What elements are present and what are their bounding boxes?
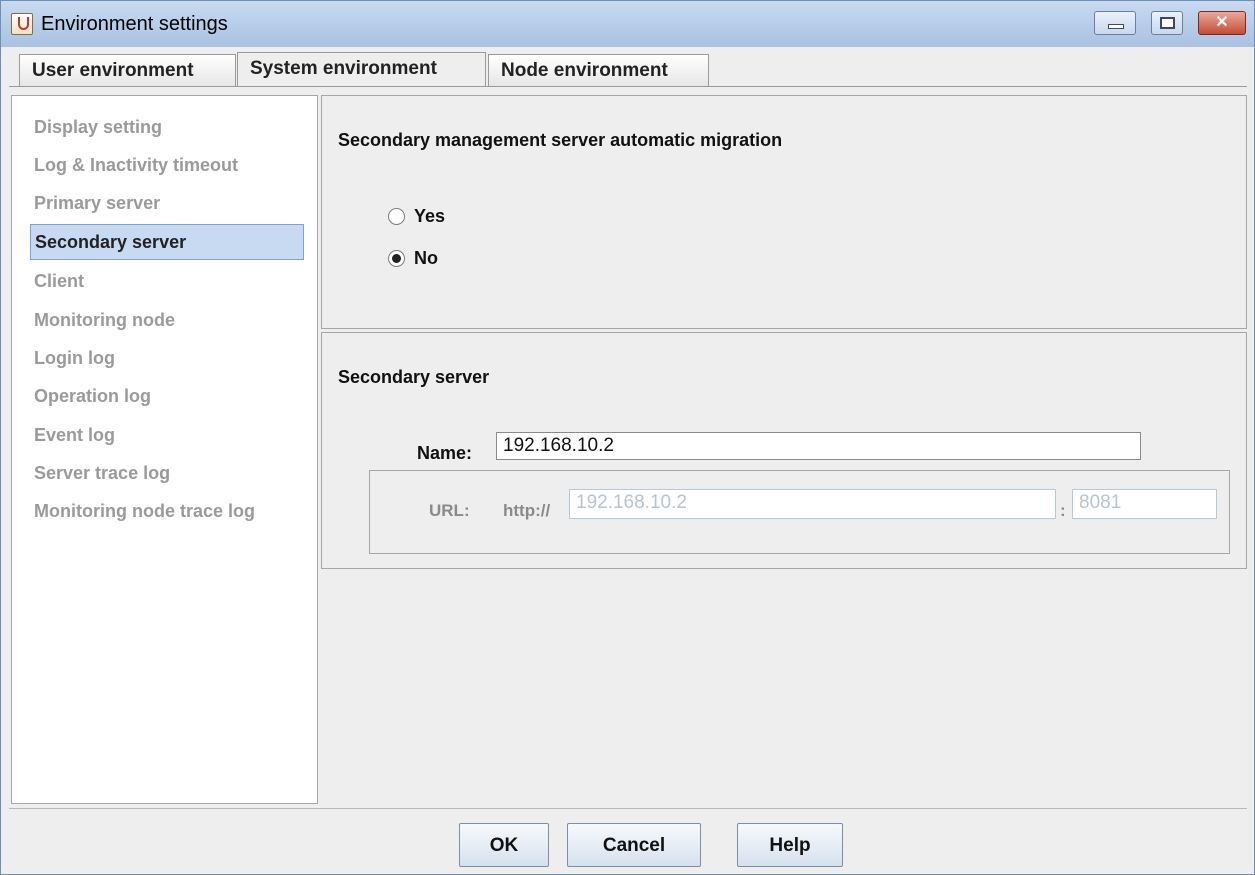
close-icon: ✕ [1215,14,1229,31]
minimize-button[interactable] [1094,11,1136,35]
ok-button[interactable]: OK [459,823,549,867]
sidebar-item-event-log[interactable]: Event log [34,422,115,448]
close-button[interactable]: ✕ [1198,11,1246,35]
url-host-input[interactable]: 192.168.10.2 [569,489,1056,519]
sidebar-item-monitoring-node[interactable]: Monitoring node [34,307,175,333]
cancel-button[interactable]: Cancel [567,823,701,867]
sidebar-item-monitoring-node-trace-log[interactable]: Monitoring node trace log [34,498,255,524]
url-port-separator: : [1060,501,1066,520]
sidebar-item-primary-server[interactable]: Primary server [34,190,160,216]
server-name-input[interactable]: 192.168.10.2 [496,432,1141,460]
migration-panel-title: Secondary management server automatic mi… [338,130,783,150]
radio-unselected-icon [388,208,405,225]
sidebar-item-log-inactivity-timeout[interactable]: Log & Inactivity timeout [34,152,238,178]
sidebar-item-display-setting[interactable]: Display setting [34,114,162,140]
migration-yes-label: Yes [414,206,446,226]
sidebar-item-secondary-server[interactable]: Secondary server [30,224,304,260]
button-bar-separator [9,808,1247,809]
url-label: URL: [429,501,470,520]
tab-user-environment[interactable]: User environment [19,54,236,86]
environment-settings-window: Environment settings ✕ User environment … [0,0,1255,875]
tab-strip-border [9,86,1247,87]
migration-panel: Secondary management server automatic mi… [321,95,1247,329]
secondary-server-panel-title: Secondary server [338,367,490,387]
settings-category-list[interactable]: Display setting Log & Inactivity timeout… [11,95,318,804]
migration-no-label: No [414,248,438,268]
sidebar-item-client[interactable]: Client [34,268,84,294]
tab-system-environment[interactable]: System environment [237,52,486,86]
tab-node-environment[interactable]: Node environment [488,54,709,86]
title-bar[interactable]: Environment settings ✕ [1,1,1254,47]
url-group: URL: http:// 192.168.10.2 : 8081 [369,470,1230,554]
sidebar-item-operation-log[interactable]: Operation log [34,383,151,409]
maximize-icon [1160,17,1175,29]
sidebar-item-server-trace-log[interactable]: Server trace log [34,460,170,486]
minimize-icon [1108,24,1124,29]
maximize-button[interactable] [1151,11,1183,35]
secondary-server-panel: Secondary server Name: 192.168.10.2 URL:… [321,332,1247,569]
window-title: Environment settings [41,13,228,35]
sidebar-item-login-log[interactable]: Login log [34,345,115,371]
url-port-input[interactable]: 8081 [1072,489,1217,519]
migration-no-radio[interactable]: No [388,248,438,269]
url-scheme-label: http:// [503,501,551,520]
help-button[interactable]: Help [737,823,843,867]
migration-yes-radio[interactable]: Yes [388,206,445,227]
radio-selected-icon [388,250,405,267]
name-label: Name: [417,443,473,463]
java-app-icon [11,13,33,35]
